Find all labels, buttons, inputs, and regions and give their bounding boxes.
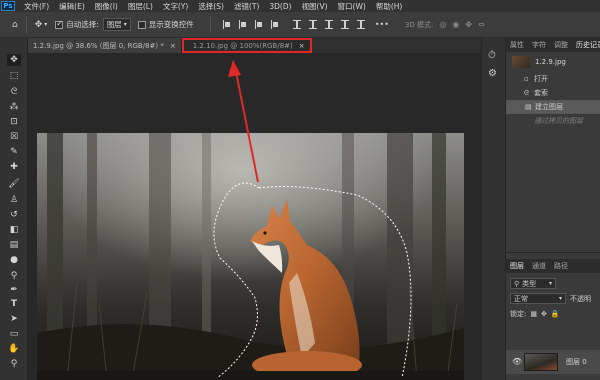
blend-opacity-row: 正常 ▾ 不透明 — [506, 291, 600, 306]
opacity-label: 不透明 — [570, 294, 591, 303]
blend-mode-dropdown[interactable]: 正常 ▾ — [510, 293, 566, 304]
history-step-label: 套索 — [534, 89, 548, 97]
tab-adjustments[interactable]: 调整 — [550, 40, 572, 50]
lock-position-icon[interactable]: ✥ — [541, 310, 547, 318]
history-step-label: 建立图层 — [535, 103, 563, 111]
lasso-icon: ᘓ — [524, 88, 529, 97]
eye-icon[interactable]: 👁 — [512, 357, 522, 366]
tab-channels[interactable]: 通道 — [528, 261, 550, 271]
layer-filter-dropdown[interactable]: ⚲ 类型 ▾ — [510, 278, 556, 289]
properties-panel-icon[interactable]: ⚙ — [488, 68, 497, 79]
history-snapshot[interactable]: 1.2.9.jpg — [506, 52, 600, 72]
lock-all-icon[interactable]: 🔒 — [551, 310, 560, 318]
layer-thumbnail — [524, 353, 558, 371]
layer-filter-row: ⚲ 类型 ▾ — [506, 276, 600, 291]
snapshot-label: 1.2.9.jpg — [535, 58, 566, 66]
tab-character[interactable]: 字符 — [528, 40, 550, 50]
history-panel-tabs: 属性 字符 调整 历史记录 — [506, 38, 600, 52]
panel-dock: ⏱ ⚙ — [481, 38, 505, 380]
layer-row[interactable]: 👁 图层 0 — [506, 350, 600, 374]
right-panels: 属性 字符 调整 历史记录 1.2.9.jpg ▫ 打开 ᘓ 套索 ▤ 建立图层… — [505, 38, 600, 380]
chevron-down-icon: ▾ — [558, 295, 562, 302]
layers-panel-tabs: 图层 通道 路径 — [506, 259, 600, 273]
history-step-label: 打开 — [534, 75, 548, 83]
history-step-open[interactable]: ▫ 打开 — [506, 72, 600, 86]
blend-mode-value: 正常 — [514, 294, 528, 303]
document-icon: ▫ — [524, 75, 529, 83]
history-step-new-layer[interactable]: ▤ 建立图层 — [506, 100, 600, 114]
layer-filter-label: 类型 — [522, 279, 537, 288]
history-panel: 属性 字符 调整 历史记录 1.2.9.jpg ▫ 打开 ᘓ 套索 ▤ 建立图层… — [506, 38, 600, 250]
history-step-layer-via-copy[interactable]: 通过拷贝的图层 — [506, 114, 600, 128]
tab-properties[interactable]: 属性 — [506, 40, 528, 50]
tab-paths[interactable]: 路径 — [550, 261, 572, 271]
layers-panel: 图层 通道 路径 ⚲ 类型 ▾ 正常 ▾ 不透明 锁定: ▦ ✥ 🔒 👁 图层 … — [506, 252, 600, 380]
lock-label: 锁定: — [510, 309, 527, 318]
lock-row: 锁定: ▦ ✥ 🔒 — [506, 306, 600, 321]
chevron-down-icon: ▾ — [548, 280, 552, 287]
history-step-lasso[interactable]: ᘓ 套索 — [506, 86, 600, 100]
lock-pixels-icon[interactable]: ▦ — [530, 310, 537, 318]
history-step-label: 通过拷贝的图层 — [534, 117, 583, 125]
history-panel-icon[interactable]: ⏱ — [488, 50, 496, 61]
snapshot-thumbnail — [512, 56, 530, 68]
tab-layers[interactable]: 图层 — [506, 261, 528, 271]
layer-icon: ▤ — [525, 103, 532, 111]
layer-name: 图层 0 — [566, 358, 587, 366]
search-icon: ⚲ — [514, 279, 520, 288]
tab-history[interactable]: 历史记录 — [572, 40, 600, 50]
